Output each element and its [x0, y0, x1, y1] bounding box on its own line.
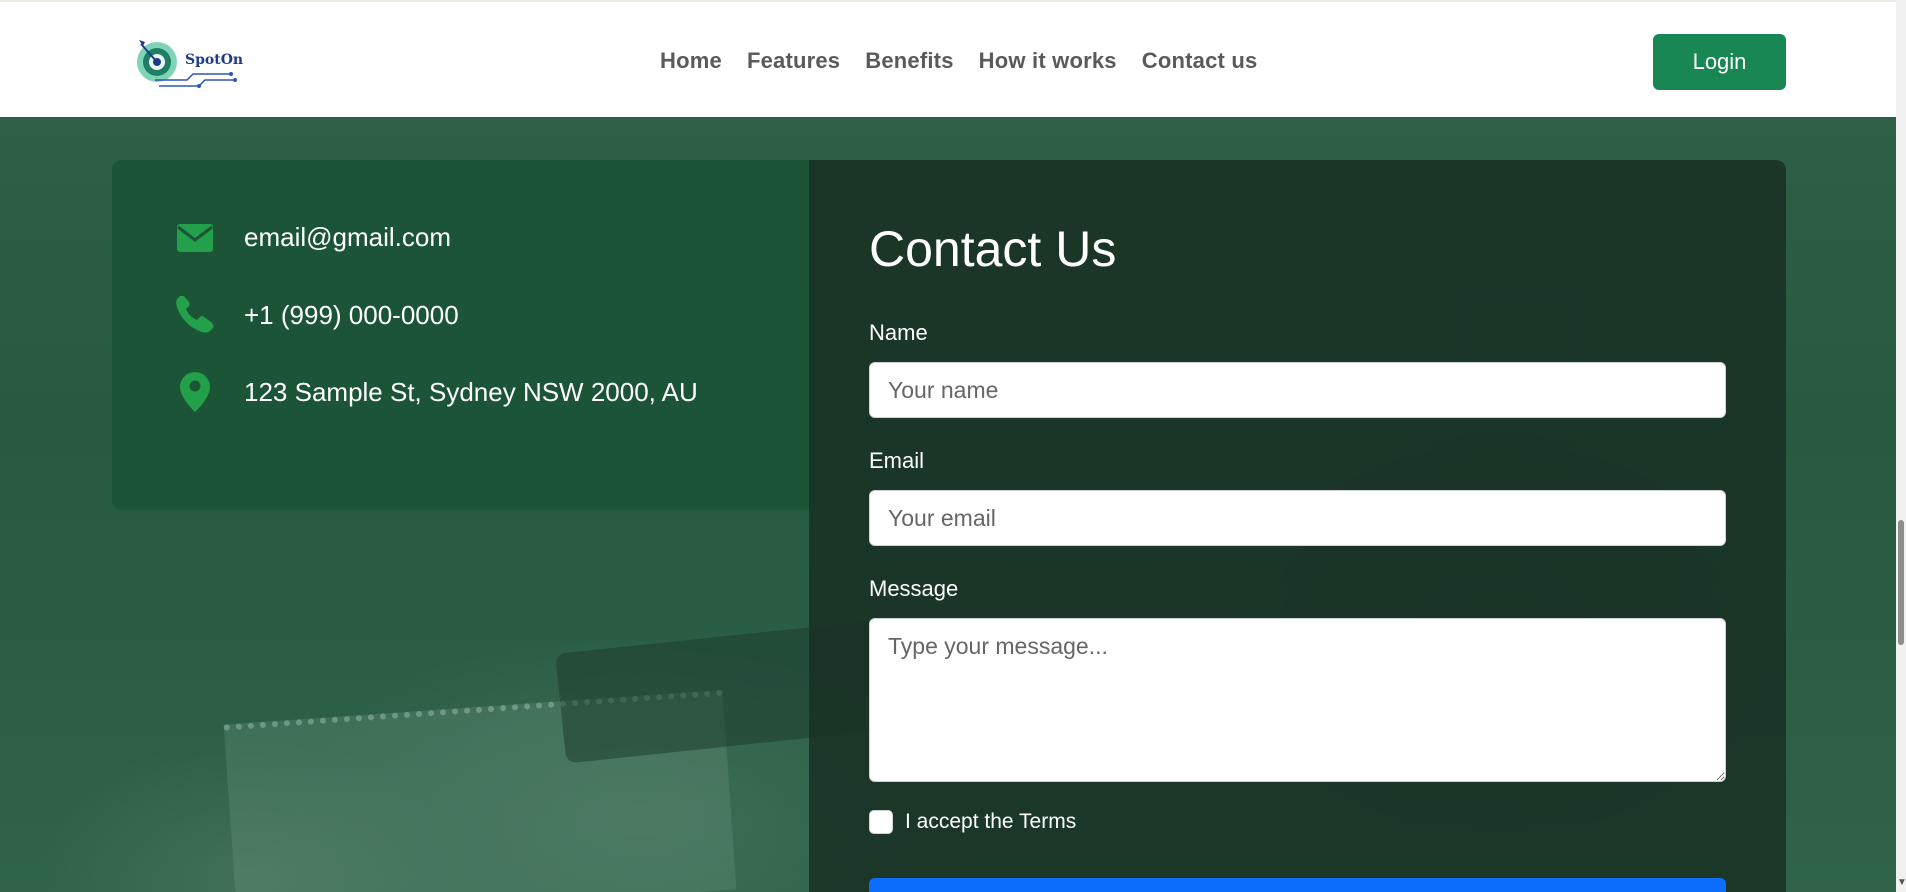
nav-benefits[interactable]: Benefits [865, 48, 953, 74]
nav-home[interactable]: Home [660, 48, 722, 74]
contact-form-panel: Contact Us Name Email Message I accept t… [809, 160, 1786, 892]
contact-address: 123 Sample St, Sydney NSW 2000, AU [244, 376, 698, 407]
contact-email-row: email@gmail.com [174, 222, 451, 253]
terms-checkbox[interactable] [869, 810, 893, 834]
name-input[interactable] [869, 362, 1726, 418]
message-label: Message [869, 576, 959, 601]
terms-label[interactable]: I accept the Terms [905, 810, 1076, 834]
contact-email[interactable]: email@gmail.com [244, 222, 451, 253]
nav-contact-us[interactable]: Contact us [1142, 48, 1258, 74]
contact-phone-row: +1 (999) 000-0000 [174, 296, 459, 334]
contact-phone[interactable]: +1 (999) 000-0000 [244, 300, 459, 331]
main-nav: Home Features Benefits How it works Cont… [660, 48, 1257, 74]
scroll-down-arrow-icon[interactable]: ▼ [1897, 877, 1906, 888]
logo-text: SpotOn [185, 52, 244, 68]
form-title: Contact Us [869, 221, 1117, 277]
contact-address-row: 123 Sample St, Sydney NSW 2000, AU [174, 372, 698, 412]
page-scrollbar[interactable]: ▼ [1896, 0, 1906, 892]
name-label: Name [869, 320, 928, 345]
map-pin-icon [174, 372, 216, 412]
scrollbar-thumb[interactable] [1898, 520, 1904, 645]
email-label: Email [869, 448, 925, 473]
email-input[interactable] [869, 490, 1726, 546]
nav-how-it-works[interactable]: How it works [979, 48, 1117, 74]
phone-icon [174, 296, 216, 334]
envelope-icon [174, 223, 216, 252]
terms-row: I accept the Terms [869, 810, 1076, 834]
message-textarea[interactable] [869, 618, 1726, 782]
contact-info-panel: email@gmail.com +1 (999) 000-0000 123 Sa… [112, 160, 810, 510]
submit-button[interactable] [869, 878, 1726, 892]
logo[interactable]: SpotOn [135, 32, 245, 94]
nav-features[interactable]: Features [747, 48, 840, 74]
login-button[interactable]: Login [1653, 34, 1786, 90]
site-header: SpotOn Home Features Benefits How it wor… [0, 0, 1896, 117]
